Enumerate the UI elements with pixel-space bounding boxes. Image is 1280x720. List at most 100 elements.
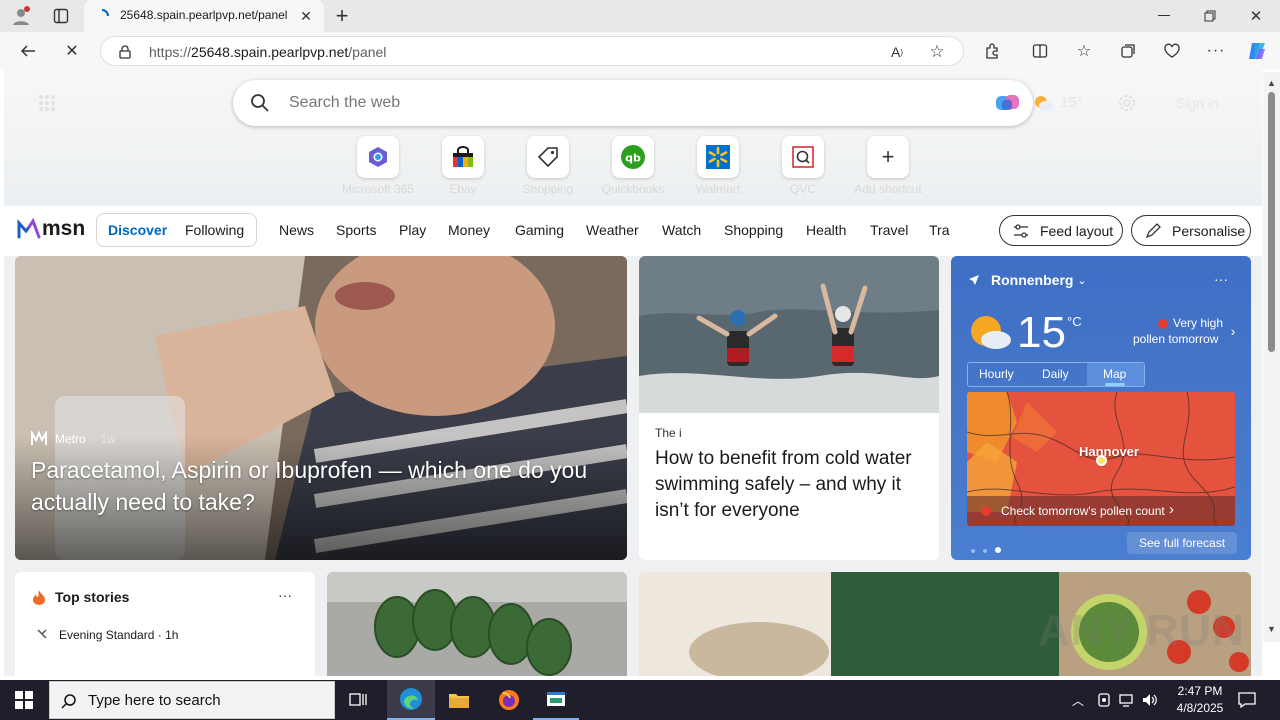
close-tab-icon[interactable]: ✕ xyxy=(298,8,314,24)
close-window-icon[interactable]: ✕ xyxy=(1242,4,1270,28)
lock-icon[interactable] xyxy=(117,43,133,61)
chevron-right-icon[interactable]: › xyxy=(1227,323,1239,339)
notification-icon[interactable] xyxy=(1236,690,1258,710)
msn-logo-icon[interactable] xyxy=(16,215,42,241)
minimize-icon[interactable] xyxy=(1150,4,1178,28)
windows-start-icon[interactable] xyxy=(12,690,36,710)
stop-loading-icon[interactable]: ✕ xyxy=(60,38,84,64)
new-tab-button[interactable]: + xyxy=(330,2,354,30)
task-view-icon[interactable] xyxy=(346,688,372,712)
collections-icon[interactable] xyxy=(1116,38,1140,64)
scrollbar-thumb[interactable] xyxy=(1268,92,1275,352)
page-scrollbar[interactable]: ▲ ▼ xyxy=(1263,72,1280,642)
watermelon-story-card[interactable] xyxy=(327,572,627,676)
add-favorite-icon[interactable]: ☆ xyxy=(927,42,947,62)
nav-sports[interactable]: Sports xyxy=(336,222,376,238)
carousel-dot[interactable] xyxy=(983,549,987,553)
edge-taskbar-button[interactable] xyxy=(387,680,435,720)
scroll-up-arrow[interactable]: ▲ xyxy=(1267,78,1276,88)
pollen-map[interactable]: Hannover Check tomorrow's pollen count › xyxy=(967,392,1235,526)
nav-travel[interactable]: Travel xyxy=(870,222,908,238)
nav-news[interactable]: News xyxy=(279,222,314,238)
hero-headline[interactable]: Paracetamol, Aspirin or Ibuprofen — whic… xyxy=(31,454,611,518)
tab-following[interactable]: Following xyxy=(185,222,244,238)
profile-icon[interactable] xyxy=(8,4,34,28)
see-forecast-button[interactable]: See full forecast xyxy=(1127,532,1237,554)
story-card-swimming[interactable]: The i How to benefit from cold water swi… xyxy=(639,256,939,560)
pollen-line2[interactable]: pollen tomorrow xyxy=(1133,332,1218,346)
tab-actions-icon[interactable] xyxy=(48,4,74,28)
favorites-icon[interactable]: ☆ xyxy=(1072,38,1096,64)
nav-play[interactable]: Play xyxy=(399,222,426,238)
restore-icon[interactable] xyxy=(1196,4,1224,28)
nav-shopping[interactable]: Shopping xyxy=(724,222,783,238)
hero-story-card[interactable]: Metro · 1w Paracetamol, Aspirin or Ibupr… xyxy=(15,256,627,560)
watermelon-image xyxy=(327,572,627,676)
back-icon[interactable] xyxy=(16,38,40,64)
firefox-icon[interactable] xyxy=(496,688,522,712)
msn-logo-text[interactable]: msn xyxy=(42,217,85,241)
ebay-bag-icon xyxy=(442,136,484,178)
weather-more-icon[interactable]: ··· xyxy=(1209,270,1233,288)
copilot-search-icon[interactable] xyxy=(993,90,1023,116)
shortcut-ebay[interactable]: Ebay xyxy=(418,136,508,196)
pollen-link[interactable]: Check tomorrow's pollen count xyxy=(1001,504,1165,518)
nav-traffic[interactable]: Tra xyxy=(929,222,949,238)
clock-time[interactable]: 2:47 PM xyxy=(1174,684,1226,698)
scroll-down-arrow[interactable]: ▼ xyxy=(1267,624,1276,634)
nav-health[interactable]: Health xyxy=(806,222,846,238)
taskbar-search-box[interactable]: Type here to search xyxy=(49,681,335,719)
weather-small-temp[interactable]: 15° xyxy=(1060,94,1083,111)
copilot-icon[interactable] xyxy=(1244,38,1270,64)
pollen-banner[interactable]: Check tomorrow's pollen count › xyxy=(967,496,1235,526)
shortcut-qvc[interactable]: QVC xyxy=(758,136,848,196)
top-stories-source: Evening Standard · 1h xyxy=(59,628,179,642)
tab-hourly[interactable]: Hourly xyxy=(979,367,1014,381)
nav-money[interactable]: Money xyxy=(448,222,490,238)
story2-headline[interactable]: How to benefit from cold water swimming … xyxy=(655,446,927,524)
nav-weather[interactable]: Weather xyxy=(586,222,639,238)
shortcut-quickbooks[interactable]: qb Quickbooks xyxy=(588,136,678,196)
plus-icon: + xyxy=(867,136,909,178)
more-menu-icon[interactable]: ··· xyxy=(1204,38,1228,64)
top-stories-more-icon[interactable]: ··· xyxy=(273,586,297,604)
network-icon[interactable] xyxy=(1116,690,1136,710)
active-tab[interactable]: 25648.spain.pearlpvp.net/panel ✕ xyxy=(84,0,324,32)
shortcut-label: Microsoft 365 xyxy=(341,182,415,196)
nav-gaming[interactable]: Gaming xyxy=(515,222,564,238)
top-stories-title[interactable]: Top stories xyxy=(55,589,129,605)
tray-chevron-icon[interactable]: ︿ xyxy=(1068,690,1088,710)
shortcut-label: Shopping xyxy=(522,182,574,196)
personalise-button[interactable]: Personalise xyxy=(1131,215,1251,246)
app-launcher-icon[interactable] xyxy=(36,92,58,114)
volume-icon[interactable] xyxy=(1140,690,1160,710)
feed-layout-button[interactable]: Feed layout xyxy=(999,215,1123,246)
chevron-down-icon[interactable]: ⌄ xyxy=(1075,273,1089,287)
settings-gear-icon[interactable] xyxy=(1116,92,1138,114)
tray-app-icon[interactable] xyxy=(1094,690,1114,710)
sign-in-link[interactable]: Sign in xyxy=(1176,95,1219,111)
extensions-icon[interactable] xyxy=(980,38,1004,64)
clock-date[interactable]: 4/8/2025 xyxy=(1170,701,1230,715)
browser-essentials-icon[interactable] xyxy=(1160,38,1184,64)
file-explorer-icon[interactable] xyxy=(446,688,472,712)
weather-small-icon[interactable] xyxy=(1032,92,1054,114)
nav-watch[interactable]: Watch xyxy=(662,222,701,238)
tab-daily[interactable]: Daily xyxy=(1042,367,1069,381)
split-screen-icon[interactable] xyxy=(1028,38,1052,64)
weather-location[interactable]: Ronnenberg xyxy=(991,272,1073,288)
search-box[interactable]: Search the web xyxy=(233,80,1033,126)
weather-card[interactable]: Ronnenberg ⌄ ··· 15 °C Very high pollen … xyxy=(951,256,1251,560)
tab-discover[interactable]: Discover xyxy=(108,222,167,238)
read-aloud-icon[interactable]: A) xyxy=(887,42,907,62)
shortcut-microsoft-365[interactable]: Microsoft 365 xyxy=(333,136,423,196)
shortcut-shopping[interactable]: Shopping xyxy=(503,136,593,196)
add-shortcut-button[interactable]: + Add shortcut xyxy=(843,136,933,196)
tab-map[interactable]: Map xyxy=(1103,367,1126,381)
address-bar[interactable]: https://25648.spain.pearlpvp.net/panel A… xyxy=(100,36,964,66)
pollen-line1[interactable]: Very high xyxy=(1173,316,1223,330)
shortcut-walmart[interactable]: Walmart xyxy=(673,136,763,196)
carousel-dot[interactable] xyxy=(971,549,975,553)
app-taskbar-button[interactable] xyxy=(533,680,579,720)
carousel-dot-active[interactable] xyxy=(995,547,1001,553)
